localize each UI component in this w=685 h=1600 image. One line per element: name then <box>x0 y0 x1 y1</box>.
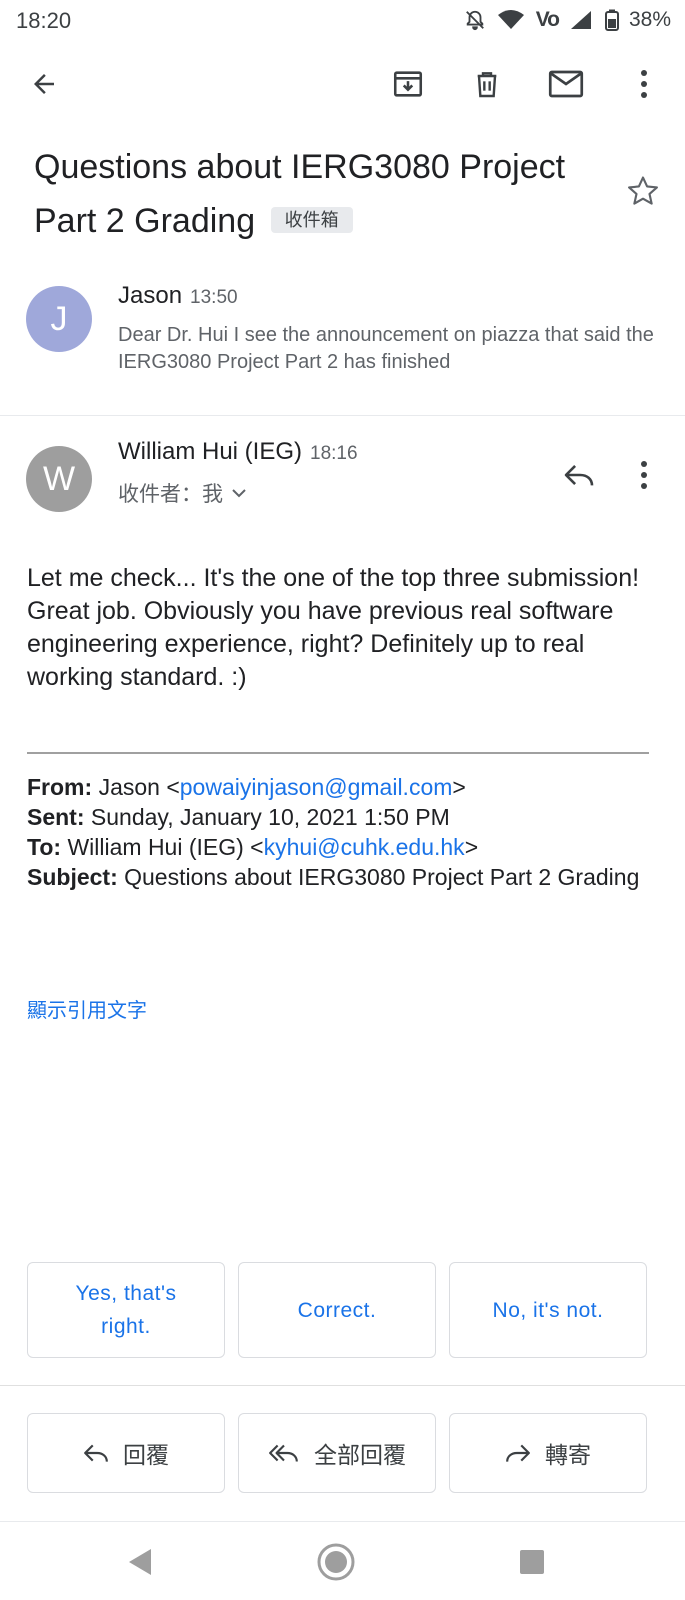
star-button[interactable] <box>626 174 666 214</box>
subject-label: Subject: <box>27 864 118 890</box>
smart-reply-label: Yes, that's right. <box>75 1282 177 1338</box>
sender-name: William Hui (IEG) <box>118 438 302 465</box>
quoted-subject-line: Subject: Questions about IERG3080 Projec… <box>27 862 647 892</box>
smart-reply-label: Correct. <box>297 1298 377 1322</box>
square-recents-icon <box>520 1550 544 1574</box>
notifications-off-icon <box>465 10 484 31</box>
sent-value: Sunday, January 10, 2021 1:50 PM <box>90 804 450 830</box>
smart-reply-yes[interactable]: Yes, that's right. <box>27 1262 225 1358</box>
from-email-link[interactable]: powaiyinjason@gmail.com <box>180 774 453 800</box>
reply-all-icon <box>269 1444 298 1462</box>
archive-button[interactable] <box>384 60 432 108</box>
sender-name: Jason <box>118 282 183 309</box>
divider <box>0 1385 685 1386</box>
avatar[interactable]: W <box>26 446 92 512</box>
from-end: > <box>452 774 466 800</box>
quoted-from-line: From: Jason <powaiyinjason@gmail.com> <box>27 772 647 802</box>
reply-action-button[interactable]: 回覆 <box>27 1413 225 1493</box>
delete-button[interactable] <box>463 60 511 108</box>
message-header: William Hui (IEG) 18:16 <box>118 438 358 466</box>
system-nav-bar <box>0 1522 685 1600</box>
forward-label: 轉寄 <box>545 1442 591 1468</box>
message-snippet: Dear Dr. Hui I see the announcement on p… <box>118 324 654 373</box>
message-header: Jason 13:50 <box>118 282 238 310</box>
subject-value: Questions about IERG3080 Project Part 2 … <box>124 864 640 890</box>
smart-reply-no[interactable]: No, it's not. <box>449 1262 647 1358</box>
volte-indicator: Vo <box>535 8 560 31</box>
to-label: To: <box>27 834 62 860</box>
forward-icon <box>506 1444 530 1462</box>
signal-icon <box>570 11 591 29</box>
archive-icon <box>393 71 423 97</box>
battery-percent: 38% <box>628 8 671 31</box>
more-vert-icon <box>641 461 647 489</box>
back-button[interactable] <box>20 60 68 108</box>
chevron-down-icon <box>232 489 246 498</box>
collapsed-message[interactable]: J Jason 13:50 Dear Dr. Hui I see the anno… <box>0 270 685 416</box>
inbox-label-chip[interactable]: 收件箱 <box>270 207 353 233</box>
show-quoted-text-link[interactable]: 顯示引用文字 <box>27 994 147 1023</box>
message-body: Let me check... It's the one of the top … <box>27 564 640 691</box>
toolbar <box>0 50 685 120</box>
smart-reply-correct[interactable]: Correct. <box>238 1262 436 1358</box>
smart-reply-label: No, it's not. <box>492 1298 604 1322</box>
mark-unread-button[interactable] <box>542 60 590 108</box>
forward-action-button[interactable]: 轉寄 <box>449 1413 647 1493</box>
from-name: Jason < <box>98 774 180 800</box>
to-end: > <box>464 834 479 860</box>
triangle-back-icon <box>129 1549 151 1575</box>
star-icon <box>628 176 658 205</box>
quoted-sent-line: Sent: Sunday, January 10, 2021 1:50 PM <box>27 802 647 832</box>
message-time: 18:16 <box>310 443 358 464</box>
nav-recents-button[interactable] <box>510 1540 554 1584</box>
more-options-button[interactable] <box>624 60 664 108</box>
recipient-details-toggle[interactable]: 收件者：我 <box>118 478 247 508</box>
from-label: From: <box>27 774 93 800</box>
more-vert-icon <box>641 70 647 98</box>
to-name: William Hui (IEG) < <box>67 834 264 860</box>
expanded-message-header: W William Hui (IEG) 18:16 收件者：我 <box>0 420 685 530</box>
recipient-line: 收件者：我 <box>118 483 223 506</box>
quoted-header: From: Jason <powaiyinjason@gmail.com> Se… <box>27 772 647 892</box>
back-arrow-icon <box>34 74 54 94</box>
reply-label: 回覆 <box>123 1442 169 1468</box>
status-icons: Vo 38% <box>464 7 671 33</box>
reply-icon <box>84 1444 108 1462</box>
delete-icon <box>477 72 497 98</box>
status-bar: 18:20 Vo 38% <box>0 0 685 40</box>
reply-all-action-button[interactable]: 全部回覆 <box>238 1413 436 1493</box>
nav-back-button[interactable] <box>118 1540 162 1584</box>
message-time: 13:50 <box>190 287 238 308</box>
quote-divider <box>27 752 649 754</box>
wifi-icon <box>497 10 524 29</box>
status-time: 18:20 <box>16 8 72 33</box>
quoted-to-line: To: William Hui (IEG) <kyhui@cuhk.edu.hk… <box>27 832 647 862</box>
sent-label: Sent: <box>27 804 85 830</box>
reply-all-label: 全部回覆 <box>314 1442 406 1468</box>
reply-button[interactable] <box>556 452 602 498</box>
battery-icon <box>604 9 619 31</box>
to-email-link[interactable]: kyhui@cuhk.edu.hk <box>264 834 465 860</box>
nav-home-button[interactable] <box>314 1540 358 1584</box>
home-circle-icon <box>317 1543 355 1581</box>
mail-icon <box>548 70 584 98</box>
email-subject: Questions about IERG3080 Project Part 2 … <box>34 140 614 248</box>
message-more-button[interactable] <box>624 452 664 498</box>
reply-icon <box>564 464 594 486</box>
avatar: J <box>26 286 92 352</box>
